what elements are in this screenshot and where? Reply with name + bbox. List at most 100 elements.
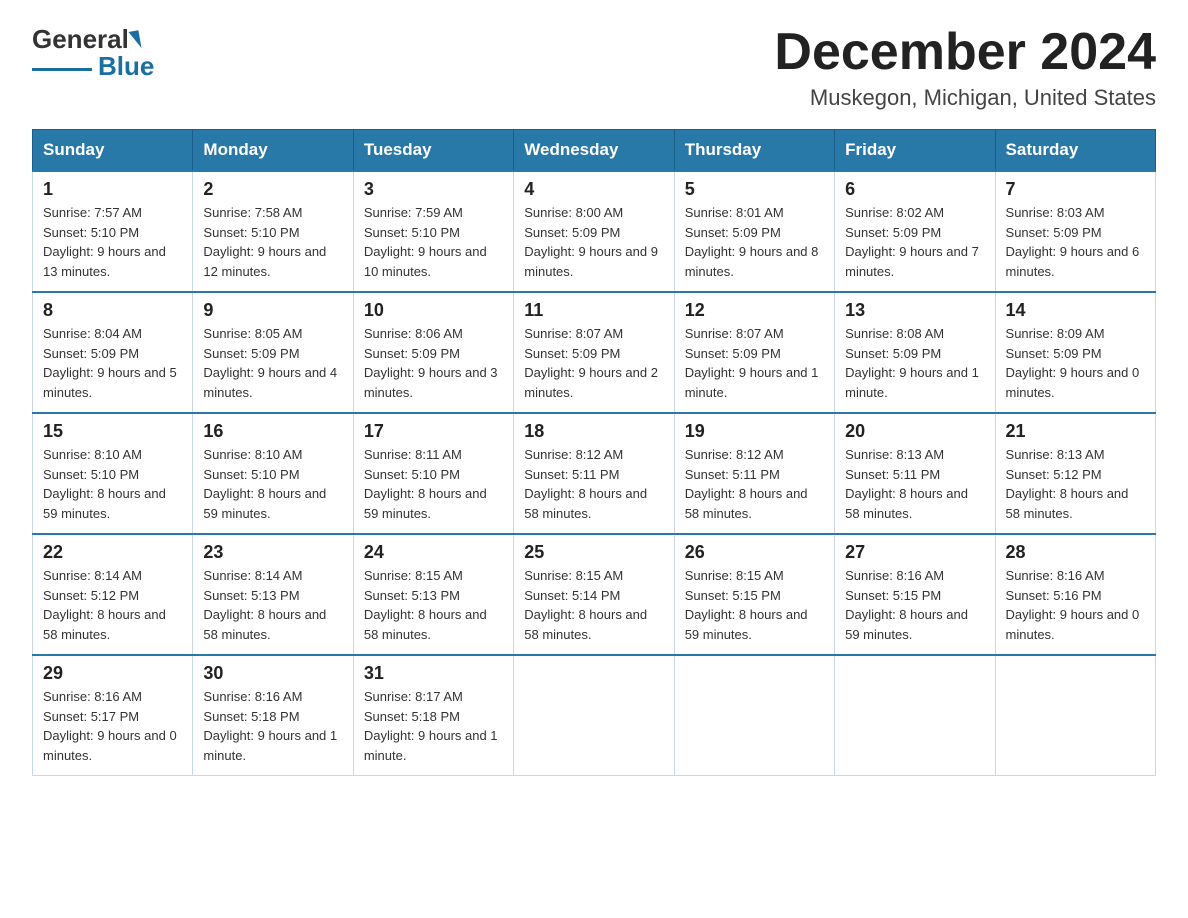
sunrise-label: Sunrise: 8:09 AM [1006, 326, 1105, 341]
daylight-label: Daylight: 9 hours and 8 minutes. [685, 244, 819, 279]
table-row: 14 Sunrise: 8:09 AM Sunset: 5:09 PM Dayl… [995, 292, 1155, 413]
day-number: 3 [364, 179, 503, 200]
day-info: Sunrise: 7:57 AM Sunset: 5:10 PM Dayligh… [43, 203, 182, 281]
table-row [995, 655, 1155, 776]
table-row: 30 Sunrise: 8:16 AM Sunset: 5:18 PM Dayl… [193, 655, 353, 776]
sunrise-label: Sunrise: 8:14 AM [203, 568, 302, 583]
table-row: 24 Sunrise: 8:15 AM Sunset: 5:13 PM Dayl… [353, 534, 513, 655]
sunset-label: Sunset: 5:18 PM [364, 709, 460, 724]
sunrise-label: Sunrise: 7:58 AM [203, 205, 302, 220]
sunrise-label: Sunrise: 8:16 AM [43, 689, 142, 704]
day-info: Sunrise: 8:01 AM Sunset: 5:09 PM Dayligh… [685, 203, 824, 281]
daylight-label: Daylight: 9 hours and 1 minute. [364, 728, 498, 763]
day-number: 22 [43, 542, 182, 563]
table-row [514, 655, 674, 776]
calendar-table: Sunday Monday Tuesday Wednesday Thursday… [32, 129, 1156, 776]
table-row [835, 655, 995, 776]
day-info: Sunrise: 8:12 AM Sunset: 5:11 PM Dayligh… [524, 445, 663, 523]
day-info: Sunrise: 8:05 AM Sunset: 5:09 PM Dayligh… [203, 324, 342, 402]
daylight-label: Daylight: 9 hours and 10 minutes. [364, 244, 487, 279]
day-info: Sunrise: 8:11 AM Sunset: 5:10 PM Dayligh… [364, 445, 503, 523]
table-row: 8 Sunrise: 8:04 AM Sunset: 5:09 PM Dayli… [33, 292, 193, 413]
day-info: Sunrise: 8:12 AM Sunset: 5:11 PM Dayligh… [685, 445, 824, 523]
daylight-label: Daylight: 9 hours and 6 minutes. [1006, 244, 1140, 279]
sunrise-label: Sunrise: 8:03 AM [1006, 205, 1105, 220]
daylight-label: Daylight: 9 hours and 0 minutes. [43, 728, 177, 763]
day-number: 29 [43, 663, 182, 684]
sunrise-label: Sunrise: 8:15 AM [524, 568, 623, 583]
daylight-label: Daylight: 9 hours and 1 minute. [203, 728, 337, 763]
day-number: 28 [1006, 542, 1145, 563]
sunrise-label: Sunrise: 8:16 AM [845, 568, 944, 583]
table-row: 12 Sunrise: 8:07 AM Sunset: 5:09 PM Dayl… [674, 292, 834, 413]
sunset-label: Sunset: 5:10 PM [364, 467, 460, 482]
sunrise-label: Sunrise: 8:07 AM [685, 326, 784, 341]
table-row: 6 Sunrise: 8:02 AM Sunset: 5:09 PM Dayli… [835, 171, 995, 292]
day-number: 9 [203, 300, 342, 321]
day-number: 14 [1006, 300, 1145, 321]
day-number: 13 [845, 300, 984, 321]
daylight-label: Daylight: 9 hours and 12 minutes. [203, 244, 326, 279]
day-number: 20 [845, 421, 984, 442]
daylight-label: Daylight: 9 hours and 1 minute. [845, 365, 979, 400]
daylight-label: Daylight: 8 hours and 59 minutes. [43, 486, 166, 521]
day-number: 10 [364, 300, 503, 321]
day-info: Sunrise: 7:59 AM Sunset: 5:10 PM Dayligh… [364, 203, 503, 281]
day-info: Sunrise: 8:16 AM Sunset: 5:17 PM Dayligh… [43, 687, 182, 765]
sunset-label: Sunset: 5:13 PM [364, 588, 460, 603]
day-number: 27 [845, 542, 984, 563]
calendar-week-row-4: 22 Sunrise: 8:14 AM Sunset: 5:12 PM Dayl… [33, 534, 1156, 655]
calendar-week-row-2: 8 Sunrise: 8:04 AM Sunset: 5:09 PM Dayli… [33, 292, 1156, 413]
sunrise-label: Sunrise: 8:01 AM [685, 205, 784, 220]
sunset-label: Sunset: 5:11 PM [845, 467, 940, 482]
col-thursday: Thursday [674, 130, 834, 172]
daylight-label: Daylight: 9 hours and 13 minutes. [43, 244, 166, 279]
day-info: Sunrise: 8:00 AM Sunset: 5:09 PM Dayligh… [524, 203, 663, 281]
day-info: Sunrise: 8:09 AM Sunset: 5:09 PM Dayligh… [1006, 324, 1145, 402]
day-info: Sunrise: 8:14 AM Sunset: 5:12 PM Dayligh… [43, 566, 182, 644]
sunset-label: Sunset: 5:09 PM [1006, 346, 1102, 361]
sunrise-label: Sunrise: 8:12 AM [685, 447, 784, 462]
table-row: 27 Sunrise: 8:16 AM Sunset: 5:15 PM Dayl… [835, 534, 995, 655]
sunrise-label: Sunrise: 8:08 AM [845, 326, 944, 341]
col-monday: Monday [193, 130, 353, 172]
sunset-label: Sunset: 5:12 PM [43, 588, 139, 603]
daylight-label: Daylight: 8 hours and 58 minutes. [203, 607, 326, 642]
daylight-label: Daylight: 8 hours and 59 minutes. [203, 486, 326, 521]
col-sunday: Sunday [33, 130, 193, 172]
table-row: 31 Sunrise: 8:17 AM Sunset: 5:18 PM Dayl… [353, 655, 513, 776]
sunset-label: Sunset: 5:10 PM [43, 225, 139, 240]
table-row: 23 Sunrise: 8:14 AM Sunset: 5:13 PM Dayl… [193, 534, 353, 655]
day-number: 7 [1006, 179, 1145, 200]
day-number: 19 [685, 421, 824, 442]
sunrise-label: Sunrise: 8:17 AM [364, 689, 463, 704]
day-number: 26 [685, 542, 824, 563]
daylight-label: Daylight: 9 hours and 9 minutes. [524, 244, 658, 279]
table-row: 22 Sunrise: 8:14 AM Sunset: 5:12 PM Dayl… [33, 534, 193, 655]
sunset-label: Sunset: 5:16 PM [1006, 588, 1102, 603]
day-info: Sunrise: 8:17 AM Sunset: 5:18 PM Dayligh… [364, 687, 503, 765]
logo-arrow-icon [128, 30, 141, 49]
col-tuesday: Tuesday [353, 130, 513, 172]
sunset-label: Sunset: 5:13 PM [203, 588, 299, 603]
day-info: Sunrise: 8:04 AM Sunset: 5:09 PM Dayligh… [43, 324, 182, 402]
sunset-label: Sunset: 5:15 PM [685, 588, 781, 603]
sunrise-label: Sunrise: 8:04 AM [43, 326, 142, 341]
daylight-label: Daylight: 8 hours and 59 minutes. [364, 486, 487, 521]
day-number: 24 [364, 542, 503, 563]
sunset-label: Sunset: 5:09 PM [43, 346, 139, 361]
calendar-title: December 2024 [774, 24, 1156, 81]
sunrise-label: Sunrise: 8:00 AM [524, 205, 623, 220]
sunrise-label: Sunrise: 8:16 AM [203, 689, 302, 704]
daylight-label: Daylight: 8 hours and 58 minutes. [524, 607, 647, 642]
daylight-label: Daylight: 9 hours and 2 minutes. [524, 365, 658, 400]
sunset-label: Sunset: 5:09 PM [203, 346, 299, 361]
calendar-week-row-5: 29 Sunrise: 8:16 AM Sunset: 5:17 PM Dayl… [33, 655, 1156, 776]
table-row: 9 Sunrise: 8:05 AM Sunset: 5:09 PM Dayli… [193, 292, 353, 413]
day-info: Sunrise: 8:10 AM Sunset: 5:10 PM Dayligh… [43, 445, 182, 523]
table-row: 16 Sunrise: 8:10 AM Sunset: 5:10 PM Dayl… [193, 413, 353, 534]
page-header: General Blue December 2024 Muskegon, Mic… [32, 24, 1156, 111]
sunrise-label: Sunrise: 8:11 AM [364, 447, 462, 462]
daylight-label: Daylight: 9 hours and 1 minute. [685, 365, 819, 400]
table-row: 25 Sunrise: 8:15 AM Sunset: 5:14 PM Dayl… [514, 534, 674, 655]
